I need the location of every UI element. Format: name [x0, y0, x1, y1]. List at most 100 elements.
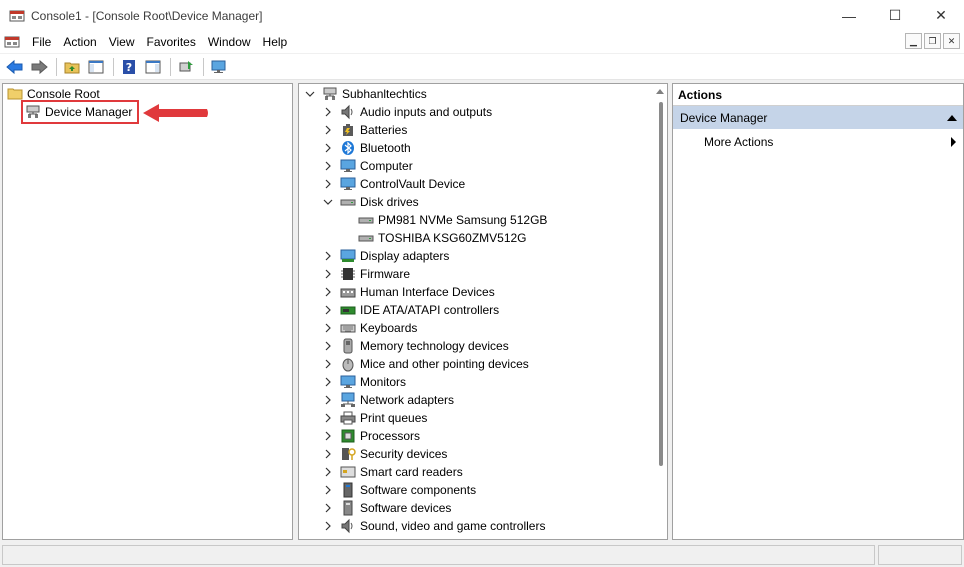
more-actions-item[interactable]: More Actions — [673, 130, 963, 154]
expand-chevron-icon[interactable] — [322, 520, 334, 532]
menu-view[interactable]: View — [103, 31, 141, 53]
computer-icon — [322, 86, 338, 102]
expand-chevron-icon[interactable] — [322, 484, 334, 496]
tree-item-category[interactable]: Firmware — [322, 265, 410, 283]
expand-chevron-icon[interactable] — [322, 448, 334, 460]
speaker-icon — [340, 518, 356, 534]
menu-file[interactable]: File — [26, 31, 57, 53]
tree-item-category[interactable]: Display adapters — [322, 247, 449, 265]
speaker-icon — [340, 104, 356, 120]
mmc-menu-icon[interactable] — [4, 34, 20, 50]
tree-item-category[interactable]: Software devices — [322, 499, 451, 517]
back-arrow-icon — [6, 59, 23, 74]
show-hide-tree-button[interactable] — [85, 56, 107, 78]
tree-item-label: ControlVault Device — [360, 177, 466, 191]
tree-item-category[interactable]: Audio inputs and outputs — [322, 103, 492, 121]
tree-item-device[interactable]: PM981 NVMe Samsung 512GB — [358, 211, 547, 229]
expand-chevron-icon[interactable] — [322, 124, 334, 136]
vertical-scrollbar[interactable] — [653, 84, 667, 539]
tree-item-label: TOSHIBA KSG60ZMV512G — [378, 231, 527, 245]
expand-chevron-icon[interactable] — [322, 160, 334, 172]
menu-help[interactable]: Help — [257, 31, 294, 53]
expand-chevron-icon[interactable] — [304, 88, 316, 100]
menu-window[interactable]: Window — [202, 31, 257, 53]
tree-item-category[interactable]: Keyboards — [322, 319, 417, 337]
scroll-up-arrow-icon[interactable] — [656, 89, 664, 94]
tree-item-label: IDE ATA/ATAPI controllers — [360, 303, 500, 317]
toolbar-separator — [203, 57, 204, 76]
up-one-level-button[interactable] — [61, 56, 83, 78]
help-button[interactable]: ? — [118, 56, 140, 78]
tree-item-computer[interactable]: Subhanltechtics — [304, 85, 427, 103]
expand-chevron-icon[interactable] — [322, 376, 334, 388]
tree-item-label: Keyboards — [360, 321, 418, 335]
folder-up-icon — [64, 62, 80, 73]
mmc-app-icon[interactable] — [9, 8, 25, 24]
expand-chevron-icon[interactable] — [322, 412, 334, 424]
tree-item-category[interactable]: Print queues — [322, 409, 427, 427]
tree-item-category[interactable]: Smart card readers — [322, 463, 463, 481]
tree-item-label: Monitors — [360, 375, 407, 389]
expand-chevron-icon[interactable] — [322, 178, 334, 190]
collapse-triangle-icon[interactable] — [947, 115, 957, 121]
monitor-icon — [340, 176, 356, 192]
tree-item-category[interactable]: IDE ATA/ATAPI controllers — [322, 301, 499, 319]
tree-item-category[interactable]: Mice and other pointing devices — [322, 355, 529, 373]
ide-controller-icon — [340, 302, 356, 318]
tree-item-category[interactable]: Disk drives — [322, 193, 419, 211]
security-icon — [340, 446, 356, 462]
tree-item-category[interactable]: Human Interface Devices — [322, 283, 495, 301]
tree-item-category[interactable]: ControlVault Device — [322, 175, 465, 193]
collapse-chevron-icon[interactable] — [322, 196, 334, 208]
mdi-close-button[interactable]: ✕ — [943, 33, 960, 49]
minimize-button[interactable]: — — [826, 0, 872, 31]
back-button[interactable] — [4, 56, 26, 78]
tree-item-label: Software components — [360, 483, 477, 497]
mdi-restore-button[interactable]: ❐ — [924, 33, 941, 49]
expand-chevron-icon[interactable] — [322, 394, 334, 406]
mdi-minimize-button[interactable]: ▁ — [905, 33, 922, 49]
expand-chevron-icon[interactable] — [322, 106, 334, 118]
menu-favorites[interactable]: Favorites — [141, 31, 202, 53]
tree-item-device[interactable]: TOSHIBA KSG60ZMV512G — [358, 229, 527, 247]
show-action-pane-button[interactable] — [142, 56, 164, 78]
tree-item-label: Smart card readers — [360, 465, 463, 479]
expand-chevron-icon[interactable] — [322, 502, 334, 514]
tree-item-category[interactable]: Batteries — [322, 121, 407, 139]
tree-item-category[interactable]: Memory technology devices — [322, 337, 509, 355]
printer-icon — [340, 410, 356, 426]
tree-item-label: Security devices — [360, 447, 448, 461]
window-controls: — ☐ ✕ — [826, 0, 964, 31]
tree-item-category[interactable]: Sound, video and game controllers — [322, 517, 545, 535]
expand-chevron-icon[interactable] — [322, 466, 334, 478]
tree-item-category[interactable]: Bluetooth — [322, 139, 411, 157]
expand-chevron-icon[interactable] — [322, 430, 334, 442]
toolbar-separator — [170, 57, 171, 76]
forward-button[interactable] — [28, 56, 50, 78]
tree-item-category[interactable]: Software components — [322, 481, 476, 499]
expand-chevron-icon[interactable] — [322, 322, 334, 334]
expand-chevron-icon[interactable] — [322, 304, 334, 316]
svg-text:?: ? — [126, 61, 132, 74]
expand-chevron-icon[interactable] — [322, 358, 334, 370]
tree-item-category[interactable]: Monitors — [322, 373, 406, 391]
expand-chevron-icon[interactable] — [322, 340, 334, 352]
actions-section-device-manager[interactable]: Device Manager — [673, 106, 963, 130]
actions-section-label: Device Manager — [680, 111, 768, 125]
tree-item-category[interactable]: Processors — [322, 427, 420, 445]
tree-item-category[interactable]: Computer — [322, 157, 413, 175]
tree-item-category[interactable]: Security devices — [322, 445, 447, 463]
status-bar — [0, 543, 964, 567]
expand-chevron-icon[interactable] — [322, 286, 334, 298]
menu-action[interactable]: Action — [57, 31, 102, 53]
expand-chevron-icon[interactable] — [322, 250, 334, 262]
scan-hardware-button[interactable] — [208, 56, 230, 78]
expand-chevron-icon[interactable] — [322, 142, 334, 154]
update-driver-button[interactable] — [175, 56, 197, 78]
maximize-button[interactable]: ☐ — [872, 0, 918, 31]
tree-item-category[interactable]: Network adapters — [322, 391, 454, 409]
expand-chevron-icon[interactable] — [322, 268, 334, 280]
close-button[interactable]: ✕ — [918, 0, 964, 31]
scan-hardware-icon — [211, 60, 226, 73]
scroll-thumb[interactable] — [659, 102, 663, 466]
